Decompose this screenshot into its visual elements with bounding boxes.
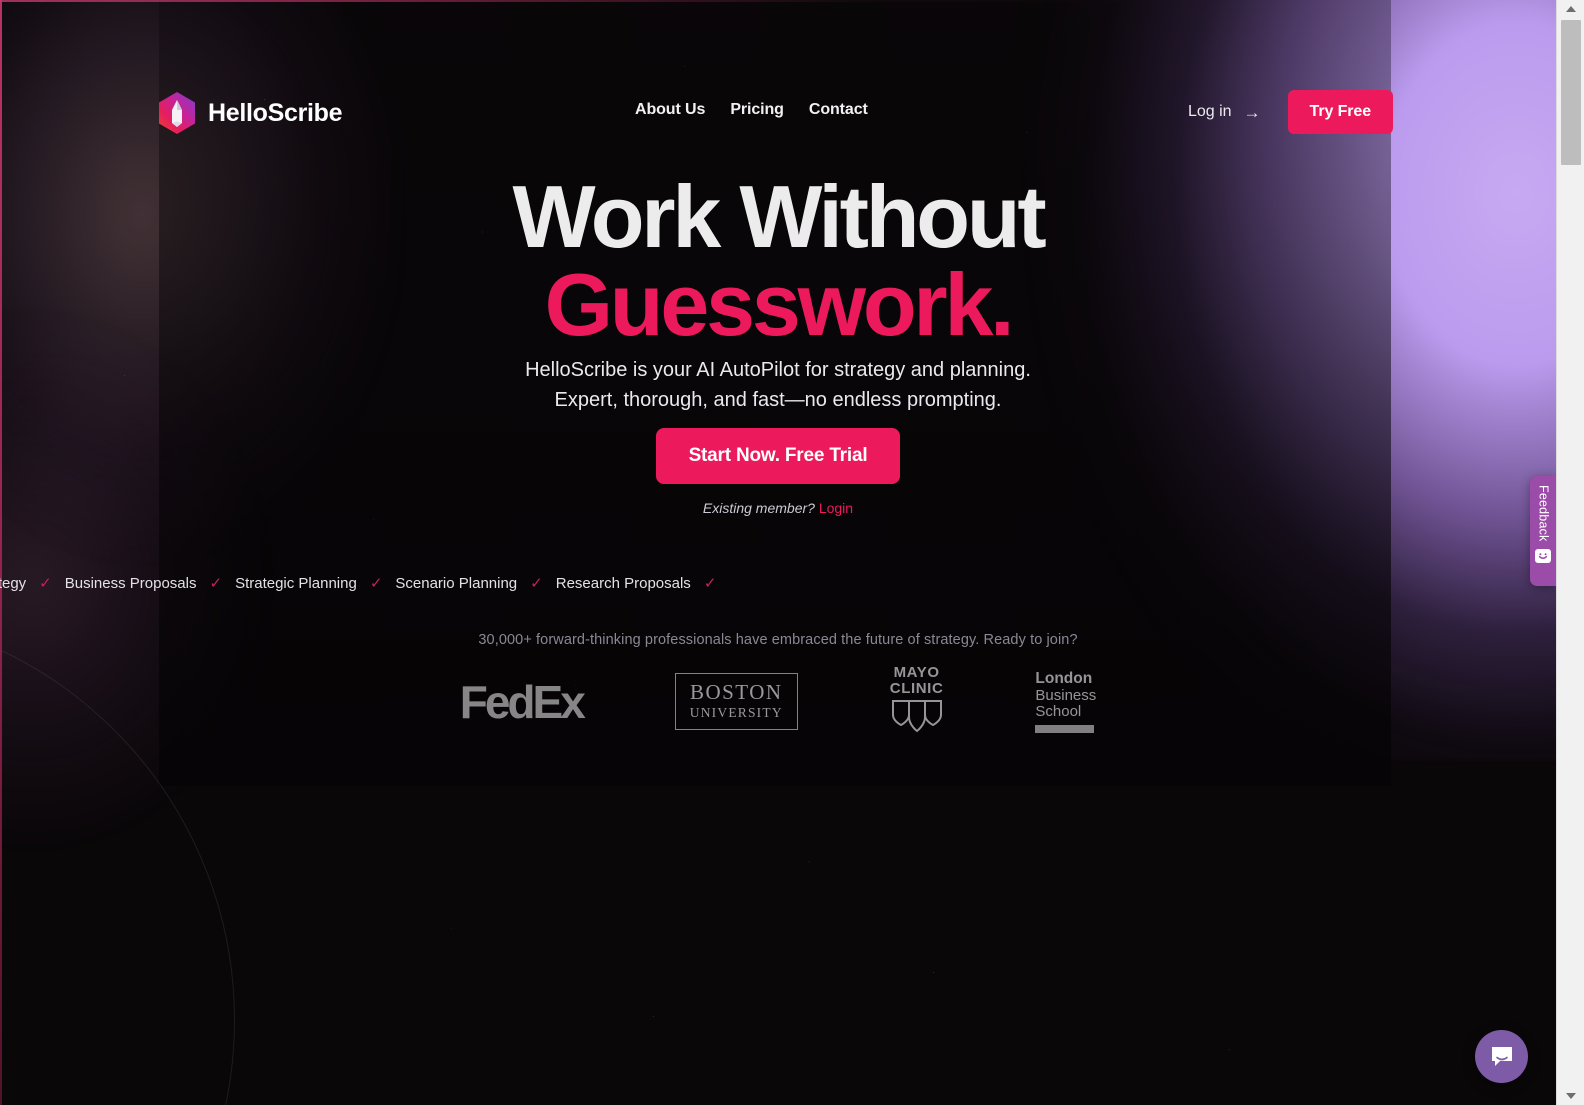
member-login-link[interactable]: Login (819, 500, 853, 516)
arrow-right-icon: → (1243, 102, 1261, 122)
headline-line-2: Guesswork. (544, 255, 1015, 355)
existing-member-line: Existing member? Login (0, 500, 1556, 516)
check-icon: ✓ (39, 575, 52, 592)
boston-university-logo: BOSTON UNIVERSITY (674, 673, 798, 731)
customer-logos: FedEx BOSTON UNIVERSITY MAYO CLINIC Lond… (0, 665, 1556, 739)
check-icon: ✓ (209, 575, 223, 592)
social-proof-text: 30,000+ forward-thinking professionals h… (478, 632, 1078, 648)
brand-logo[interactable]: HelloScribe (158, 92, 343, 134)
chat-bubble-icon (1491, 1046, 1512, 1066)
site-header: HelloScribe About Us Pricing Contact Log… (0, 0, 1556, 185)
ticker-label: Scenario Planning (395, 574, 518, 592)
ticker-item: ✓ Marketing Strategy (0, 574, 26, 592)
check-icon: ✓ (703, 575, 717, 592)
page-viewport: HelloScribe About Us Pricing Contact Log… (0, 0, 1556, 1105)
mayo-logo-line-2: CLINIC (889, 679, 944, 697)
chat-launcher-button[interactable] (1475, 1030, 1528, 1083)
ticker-item: ✓ (691, 574, 730, 592)
ticker-label: Business Proposals (64, 574, 197, 592)
subhead-line-1: HelloScribe is your AI AutoPilot for str… (525, 359, 1031, 381)
lbs-logo-line-2: Business (1035, 686, 1097, 704)
try-free-button[interactable]: Try Free (1287, 90, 1393, 134)
subhead-line-2: Expert, thorough, and fast—no endless pr… (554, 389, 1002, 411)
ticker-label: Strategic Planning (235, 574, 357, 592)
scroll-up-button[interactable] (1557, 0, 1584, 18)
bu-logo-line-1: BOSTON (689, 680, 783, 705)
ticker-item: ✓ Research Proposals (517, 574, 691, 593)
feedback-tab-label: Feedback (1536, 485, 1551, 542)
scroll-down-button[interactable] (1557, 1087, 1584, 1105)
page-scrollbar[interactable] (1556, 0, 1584, 1105)
feature-ticker: oposals ✓ Marketing Strategy ✓ Business … (0, 574, 1556, 602)
hero-cta-area: Start Now. Free Trial Existing member? L… (0, 428, 1556, 516)
login-link[interactable]: Log in → (1188, 103, 1261, 121)
bu-logo-line-2: UNIVERSITY (689, 704, 783, 720)
feature-ticker-row: oposals ✓ Marketing Strategy ✓ Business … (0, 574, 730, 593)
brand-name: HelloScribe (208, 98, 343, 127)
primary-nav: About Us Pricing Contact (635, 101, 868, 119)
header-actions: Log in → Try Free (1188, 90, 1393, 134)
chevron-down-icon (1566, 1093, 1576, 1099)
fedex-logo-text: FedEx (459, 675, 586, 728)
mayo-logo-line-1: MAYO (893, 664, 940, 681)
london-business-school-logo: London Business School (1035, 670, 1097, 734)
ticker-label: Research Proposals (555, 574, 691, 592)
ticker-item: ✓ Business Proposals (26, 574, 197, 593)
ticker-item: ✓ Strategic Planning (196, 574, 357, 593)
login-label: Log in (1187, 103, 1232, 120)
lbs-logo-line-1: London (1035, 670, 1093, 688)
chevron-up-icon (1566, 6, 1576, 12)
ticker-item: ✓ Scenario Planning (357, 574, 518, 593)
existing-member-text: Existing member? (702, 500, 819, 516)
mayo-clinic-logo: MAYO CLINIC (890, 665, 944, 739)
headline-line-1: Work Without (512, 167, 1046, 266)
check-icon: ✓ (369, 575, 383, 592)
lbs-logo-bar (1035, 725, 1095, 734)
nav-pricing[interactable]: Pricing (730, 101, 784, 119)
start-free-trial-button[interactable]: Start Now. Free Trial (655, 428, 901, 484)
hero-subheadline: HelloScribe is your AI AutoPilot for str… (0, 355, 1556, 415)
nav-about-us[interactable]: About Us (635, 101, 705, 119)
lbs-logo-line-3: School (1035, 703, 1082, 721)
mayo-shields-icon (891, 699, 942, 732)
scrollbar-thumb[interactable] (1561, 20, 1581, 165)
ticker-label: Marketing Strategy (0, 574, 27, 592)
hexagon-pencil-logo-icon (159, 92, 195, 134)
nav-contact[interactable]: Contact (809, 101, 868, 119)
hero-headline: Work Without Guesswork. (0, 167, 1556, 355)
check-icon: ✓ (530, 575, 543, 592)
smiley-face-icon (1535, 548, 1551, 563)
fedex-logo: FedEx (459, 675, 586, 728)
feedback-tab[interactable]: Feedback (1530, 476, 1556, 586)
